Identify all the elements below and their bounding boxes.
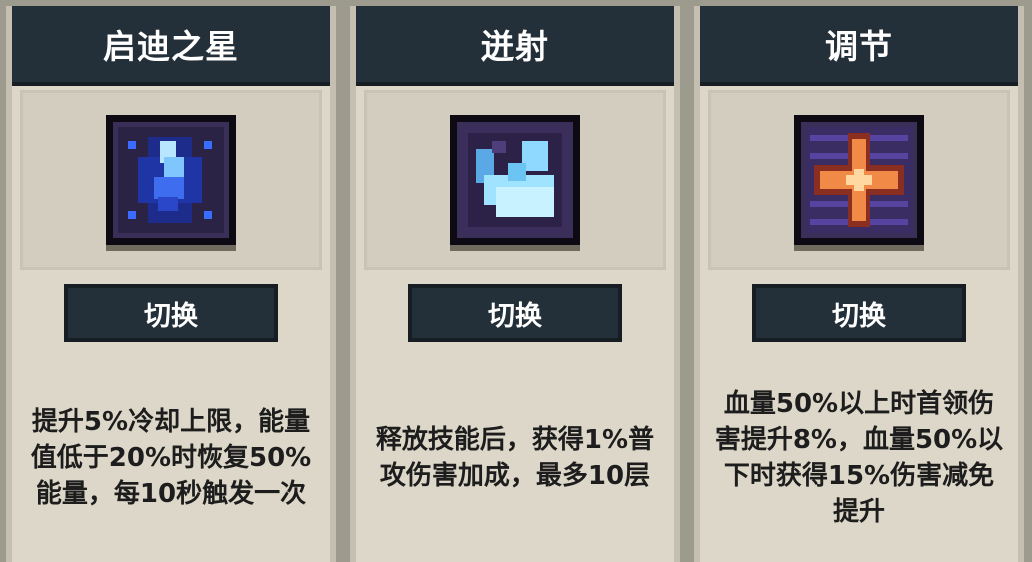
description-text: 释放技能后，获得1%普攻伤害加成，最多10层 (375, 425, 655, 491)
card-description: 血量50%以上时首领伤害提升8%，血量50%以下时获得15%伤害减免提升 (708, 366, 1010, 550)
switch-button[interactable]: 切换 (408, 284, 622, 342)
talent-card: 启迪之星 切换 提升5%冷却上限，能量值低于20%时恢复50%能量，每10秒触发… (6, 6, 336, 562)
icon-panel (708, 90, 1010, 270)
card-title: 启迪之星 (12, 6, 330, 86)
card-title: 调节 (700, 6, 1018, 86)
icon-panel (20, 90, 322, 270)
blue-crystal-star-icon (106, 115, 236, 245)
description-text: 血量50%以上时首领伤害提升8%，血量50%以下时获得15%伤害减免提升 (714, 389, 1004, 527)
talent-card: 调节 切换 血量50%以上时首领伤害提升8%，血量50%以下时获得15%伤害减免… (694, 6, 1024, 562)
switch-button[interactable]: 切换 (64, 284, 278, 342)
card-title: 迸射 (356, 6, 674, 86)
orange-cross-icon (794, 115, 924, 245)
talent-card: 迸射 切换 释放技能后，获得1%普攻伤害加成，最多10层 (350, 6, 680, 562)
cyan-shard-burst-icon (450, 115, 580, 245)
description-text: 提升5%冷却上限，能量值低于20%时恢复50%能量，每10秒触发一次 (30, 407, 312, 509)
icon-panel (364, 90, 666, 270)
card-description: 释放技能后，获得1%普攻伤害加成，最多10层 (364, 366, 666, 550)
card-description: 提升5%冷却上限，能量值低于20%时恢复50%能量，每10秒触发一次 (20, 366, 322, 550)
switch-button[interactable]: 切换 (752, 284, 966, 342)
talent-card-list: 启迪之星 切换 提升5%冷却上限，能量值低于20%时恢复50%能量，每10秒触发… (0, 0, 1032, 562)
